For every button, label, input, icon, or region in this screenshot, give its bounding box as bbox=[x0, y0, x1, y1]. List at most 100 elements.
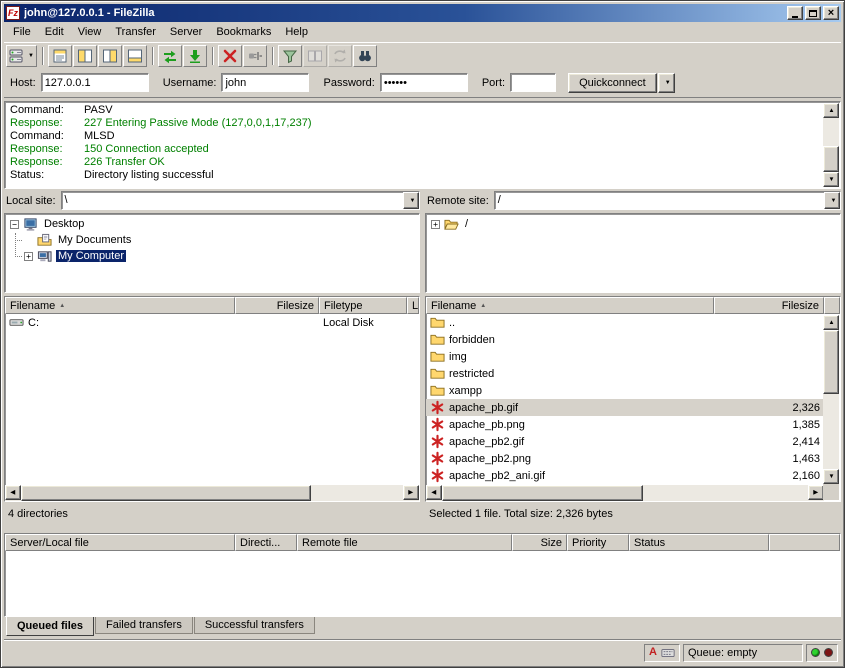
menu-bookmarks[interactable]: Bookmarks bbox=[209, 23, 278, 41]
remote-site-combo[interactable]: / ▼ bbox=[494, 191, 841, 210]
find-button[interactable] bbox=[353, 45, 377, 67]
column-header-filesize[interactable]: Filesize bbox=[235, 297, 319, 314]
column-header-server-local-file[interactable]: Server/Local file bbox=[5, 534, 235, 551]
local-site-dropdown-button[interactable]: ▼ bbox=[403, 192, 419, 209]
scroll-up-button[interactable]: ▲ bbox=[823, 315, 839, 330]
scroll-right-button[interactable]: ▶ bbox=[403, 485, 419, 500]
cancel-button[interactable] bbox=[218, 45, 242, 67]
tree-item-desktop[interactable]: − Desktop bbox=[5, 216, 419, 232]
file-row[interactable]: C: Local Disk bbox=[5, 314, 419, 331]
expand-icon[interactable]: + bbox=[24, 252, 33, 261]
column-header-priority[interactable]: Priority bbox=[567, 534, 629, 551]
file-row[interactable]: apache_pb2.gif 2,414 bbox=[426, 433, 824, 450]
file-row[interactable]: apache_pb2.png 1,463 bbox=[426, 450, 824, 467]
tab-queued-files[interactable]: Queued files bbox=[6, 617, 94, 636]
refresh-button[interactable] bbox=[158, 45, 182, 67]
site-manager-button[interactable]: ▼ bbox=[6, 45, 37, 67]
scrollbar-track[interactable] bbox=[21, 485, 403, 501]
tab-failed-transfers[interactable]: Failed transfers bbox=[95, 617, 193, 634]
menu-help[interactable]: Help bbox=[278, 23, 315, 41]
column-header-remote-file[interactable]: Remote file bbox=[297, 534, 512, 551]
scrollbar-track[interactable] bbox=[823, 330, 839, 469]
directory-comparison-button[interactable] bbox=[303, 45, 327, 67]
column-label: Filetype bbox=[324, 300, 363, 312]
titlebar[interactable]: Fz john@127.0.0.1 - FileZilla × bbox=[4, 4, 841, 22]
column-header-direction[interactable]: Directi... bbox=[235, 534, 297, 551]
tree-item-root[interactable]: + / bbox=[426, 216, 840, 232]
local-site-combo[interactable]: \ ▼ bbox=[61, 191, 420, 210]
column-header-last-modified[interactable]: L bbox=[407, 297, 419, 314]
password-input[interactable] bbox=[380, 73, 468, 92]
toolbar-separator bbox=[152, 47, 154, 65]
minimize-button[interactable] bbox=[787, 6, 803, 20]
column-label: Filesize bbox=[782, 300, 819, 312]
remote-vertical-scrollbar[interactable]: ▲ ▼ bbox=[823, 315, 839, 484]
quickconnect-dropdown-button[interactable]: ▼ bbox=[658, 73, 675, 93]
file-row[interactable]: apache_pb2_ani.gif 2,160 bbox=[426, 467, 824, 484]
scrollbar-track[interactable] bbox=[823, 118, 839, 172]
toggle-remote-tree-button[interactable] bbox=[98, 45, 122, 67]
remote-site-dropdown-button[interactable]: ▼ bbox=[824, 192, 840, 209]
column-header-filename[interactable]: Filename ▲ bbox=[426, 297, 714, 314]
scroll-down-button[interactable]: ▼ bbox=[823, 172, 839, 187]
log-scrollbar[interactable]: ▲ ▼ bbox=[823, 103, 839, 187]
remote-horizontal-scrollbar[interactable]: ◀ ▶ bbox=[426, 485, 824, 501]
scroll-up-button[interactable]: ▲ bbox=[823, 103, 839, 118]
toolbar-separator bbox=[212, 47, 214, 65]
collapse-icon[interactable]: − bbox=[10, 220, 19, 229]
disconnect-button[interactable] bbox=[243, 45, 267, 67]
menu-file[interactable]: File bbox=[6, 23, 38, 41]
column-header-filetype[interactable]: Filetype bbox=[319, 297, 407, 314]
filter-button[interactable] bbox=[278, 45, 302, 67]
scrollbar-thumb[interactable] bbox=[823, 330, 839, 394]
scrollbar-thumb[interactable] bbox=[442, 485, 643, 501]
expand-icon[interactable]: + bbox=[431, 220, 440, 229]
synchronized-browsing-icon bbox=[332, 48, 348, 64]
tree-item-my-documents[interactable]: My Documents bbox=[5, 232, 419, 248]
file-row[interactable]: apache_pb.png 1,385 bbox=[426, 416, 824, 433]
column-header-filename[interactable]: Filename ▲ bbox=[5, 297, 235, 314]
toggle-queue-button[interactable] bbox=[123, 45, 147, 67]
transfer-type-icon: A bbox=[649, 647, 657, 658]
process-queue-button[interactable] bbox=[183, 45, 207, 67]
scroll-right-button[interactable]: ▶ bbox=[808, 485, 824, 500]
scroll-left-button[interactable]: ◀ bbox=[426, 485, 442, 500]
sort-asc-icon: ▲ bbox=[59, 303, 65, 309]
menu-transfer[interactable]: Transfer bbox=[108, 23, 163, 41]
port-input[interactable] bbox=[510, 73, 556, 92]
file-row[interactable]: img bbox=[426, 348, 824, 365]
remote-site-value[interactable]: / bbox=[495, 192, 824, 209]
menu-edit[interactable]: Edit bbox=[38, 23, 71, 41]
column-header-filesize[interactable]: Filesize bbox=[714, 297, 824, 314]
scrollbar-thumb[interactable] bbox=[823, 146, 839, 172]
local-site-value[interactable]: \ bbox=[62, 192, 403, 209]
file-row[interactable]: xampp bbox=[426, 382, 824, 399]
toggle-local-tree-button[interactable] bbox=[73, 45, 97, 67]
queue-splitter[interactable] bbox=[4, 523, 841, 533]
local-horizontal-scrollbar[interactable]: ◀ ▶ bbox=[5, 485, 419, 501]
file-row[interactable]: .. bbox=[426, 314, 824, 331]
file-name: forbidden bbox=[449, 334, 495, 346]
filter-icon bbox=[282, 48, 298, 64]
host-input[interactable] bbox=[41, 73, 149, 92]
menu-server[interactable]: Server bbox=[163, 23, 209, 41]
scroll-left-button[interactable]: ◀ bbox=[5, 485, 21, 500]
file-row[interactable]: restricted bbox=[426, 365, 824, 382]
menu-view[interactable]: View bbox=[71, 23, 109, 41]
maximize-button[interactable] bbox=[805, 6, 821, 20]
scrollbar-track[interactable] bbox=[442, 485, 808, 501]
toggle-message-log-button[interactable] bbox=[48, 45, 72, 67]
tree-item-my-computer[interactable]: + My Computer bbox=[5, 248, 419, 264]
synchronized-browsing-button[interactable] bbox=[328, 45, 352, 67]
username-input[interactable] bbox=[221, 73, 309, 92]
close-button[interactable]: × bbox=[823, 6, 839, 20]
quickconnect-button[interactable]: Quickconnect bbox=[568, 73, 657, 93]
column-header-status[interactable]: Status bbox=[629, 534, 769, 551]
scroll-down-button[interactable]: ▼ bbox=[823, 469, 839, 484]
column-header-size[interactable]: Size bbox=[512, 534, 567, 551]
tab-successful-transfers[interactable]: Successful transfers bbox=[194, 617, 315, 634]
file-size: 1,463 bbox=[714, 450, 824, 467]
scrollbar-thumb[interactable] bbox=[21, 485, 311, 501]
file-row[interactable]: forbidden bbox=[426, 331, 824, 348]
file-row-selected[interactable]: apache_pb.gif 2,326 bbox=[426, 399, 824, 416]
